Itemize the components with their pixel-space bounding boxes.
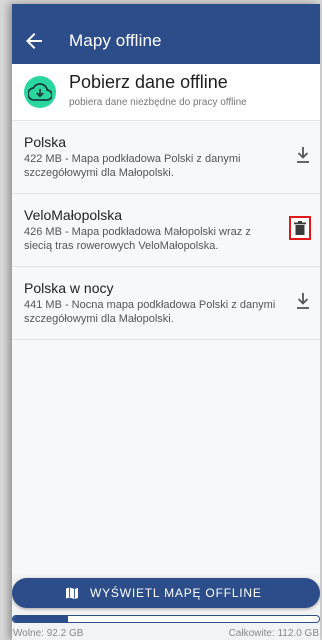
download-subtitle: pobiera dane niezbędne do pracy offline [69, 97, 247, 108]
list-item[interactable]: Polska w nocy 441 MB - Nocna mapa podkła… [12, 267, 320, 340]
map-name: Polska w nocy [24, 280, 114, 296]
map-name: Polska [24, 134, 67, 150]
map-description: 422 MB - Mapa podkładowa Polski z danymi… [24, 153, 241, 179]
trash-icon [294, 221, 306, 235]
list-item[interactable]: VeloMałopolska 426 MB - Mapa podkładowa … [12, 194, 320, 267]
delete-button[interactable] [289, 216, 311, 240]
map-name: VeloMałopolska [24, 207, 123, 223]
storage-used-fill [13, 616, 69, 622]
map-description: 426 MB - Mapa podkładowa Małopolski wraz… [24, 226, 251, 252]
map-icon [66, 587, 78, 599]
download-icon[interactable] [294, 145, 314, 167]
app-bar: Mapy offline [12, 18, 320, 64]
storage-footer: WYŚWIETL MAPĘ OFFLINE Wolne: 92.2 GB Cał… [12, 574, 320, 640]
status-strip [12, 4, 320, 18]
download-offline-header[interactable]: Pobierz dane offline pobiera dane niezbę… [12, 64, 320, 121]
button-label: WYŚWIETL MAPĘ OFFLINE [90, 586, 262, 600]
content-area: Pobierz dane offline pobiera dane niezbę… [12, 64, 320, 584]
show-offline-map-button[interactable]: WYŚWIETL MAPĘ OFFLINE [12, 578, 320, 608]
download-title: Pobierz dane offline [69, 72, 228, 92]
storage-progress-bar [12, 615, 320, 623]
free-space-label: Wolne: 92.2 GB [13, 628, 84, 639]
page-title: Mapy offline [69, 31, 162, 50]
arrow-left-icon[interactable] [22, 29, 46, 53]
map-description: 441 MB - Nocna mapa podkładowa Polski z … [24, 299, 276, 325]
cloud-download-icon [24, 76, 56, 108]
list-item[interactable]: Polska 422 MB - Mapa podkładowa Polski z… [12, 121, 320, 194]
total-space-label: Całkowite: 112.0 GB [228, 628, 319, 639]
app-screen: Mapy offline Pobierz dane offline pobier… [12, 4, 320, 640]
download-icon[interactable] [294, 291, 314, 313]
